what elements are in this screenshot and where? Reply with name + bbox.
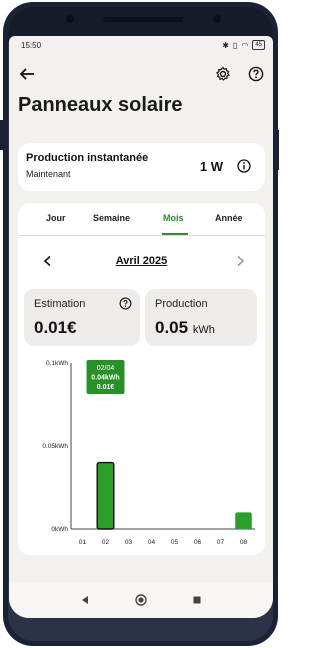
chart-x-tick-label: 08: [240, 539, 248, 546]
production-value: 0.05 kWh: [155, 318, 215, 338]
chart-y-tick-label: 0.05kWh: [42, 443, 68, 450]
chart-x-tick-label: 06: [194, 539, 202, 546]
instant-production-title: Production instantanée: [26, 152, 149, 164]
chart-tooltip-line: 0.01€: [97, 384, 115, 391]
app-screen: 15:50 ✱ ▯ ◠ 45 Panneaux solaire Producti…: [9, 36, 273, 618]
earpiece-speaker: [103, 17, 183, 22]
period-tabs: Jour Semaine Mois Année: [18, 203, 265, 236]
tab-annee[interactable]: Année: [215, 213, 243, 223]
chart-x-tick-label: 04: [148, 539, 156, 546]
production-unit: kWh: [192, 324, 215, 336]
production-label: Production: [155, 298, 208, 310]
instant-production-value: 1 W: [199, 159, 223, 174]
chart-x-tick-label: 01: [79, 539, 87, 546]
volume-button[interactable]: [276, 130, 279, 170]
help-icon[interactable]: [248, 66, 264, 82]
chart-x-tick-label: 07: [217, 539, 225, 546]
android-nav-bar: [9, 582, 273, 618]
app-bar: [9, 62, 273, 92]
proximity-sensor: [213, 15, 221, 23]
vibrate-icon: ▯: [232, 40, 238, 50]
front-camera: [66, 15, 74, 23]
bluetooth-icon: ✱: [222, 40, 229, 50]
status-time: 15:50: [21, 41, 42, 50]
nav-recents-icon[interactable]: [192, 595, 202, 605]
chart-bar: [235, 512, 252, 529]
month-navigation: Avril 2025: [18, 251, 265, 273]
chart-tooltip-line: 02/04: [97, 365, 115, 372]
estimation-help-icon[interactable]: [119, 297, 132, 310]
month-label[interactable]: Avril 2025: [18, 255, 265, 267]
battery-icon: 45: [252, 40, 265, 50]
nav-home-icon[interactable]: [135, 594, 147, 606]
tab-semaine[interactable]: Semaine: [93, 213, 130, 223]
active-tab-indicator: [162, 233, 188, 235]
chart-y-tick-label: 0kWh: [51, 526, 68, 533]
back-arrow-icon[interactable]: [17, 64, 37, 84]
chart-x-tick-label: 02: [102, 539, 110, 546]
chart-y-tick-label: 0.1kWh: [46, 360, 68, 367]
chart-x-tick-label: 03: [125, 539, 133, 546]
wifi-icon: ◠: [241, 40, 249, 50]
status-icons: ✱ ▯ ◠ 45: [222, 40, 265, 50]
status-bar: 15:50 ✱ ▯ ◠ 45: [9, 36, 273, 54]
info-icon[interactable]: [237, 159, 251, 173]
instant-production-subtitle: Maintenant: [26, 169, 71, 179]
production-bar-chart[interactable]: 0kWh 0.05kWh 0.1kWh 01 02 03 04 05 06 07 08 02/04 0.…: [18, 353, 265, 553]
side-button[interactable]: [0, 120, 3, 150]
chart-x-tick-label: 05: [171, 539, 179, 546]
next-month-chevron-icon[interactable]: [234, 255, 246, 267]
instant-production-card: Production instantanée Maintenant 1 W: [18, 143, 265, 191]
tab-jour[interactable]: Jour: [46, 213, 66, 223]
estimation-value: 0.01€: [34, 318, 77, 337]
period-card: Jour Semaine Mois Année Avril 2025 Estim…: [18, 203, 265, 555]
gear-icon[interactable]: [215, 66, 231, 82]
production-number: 0.05: [155, 318, 189, 337]
chart-tooltip-line: 0.04kWh: [91, 375, 119, 382]
tab-mois[interactable]: Mois: [163, 213, 184, 223]
estimation-label: Estimation: [34, 298, 86, 310]
page-title: Panneaux solaire: [18, 94, 183, 116]
nav-back-icon[interactable]: [80, 595, 90, 605]
production-tile: Production 0.05 kWh: [145, 289, 257, 346]
chart-bar: [96, 461, 115, 530]
estimation-tile: Estimation 0.01€: [24, 289, 140, 346]
